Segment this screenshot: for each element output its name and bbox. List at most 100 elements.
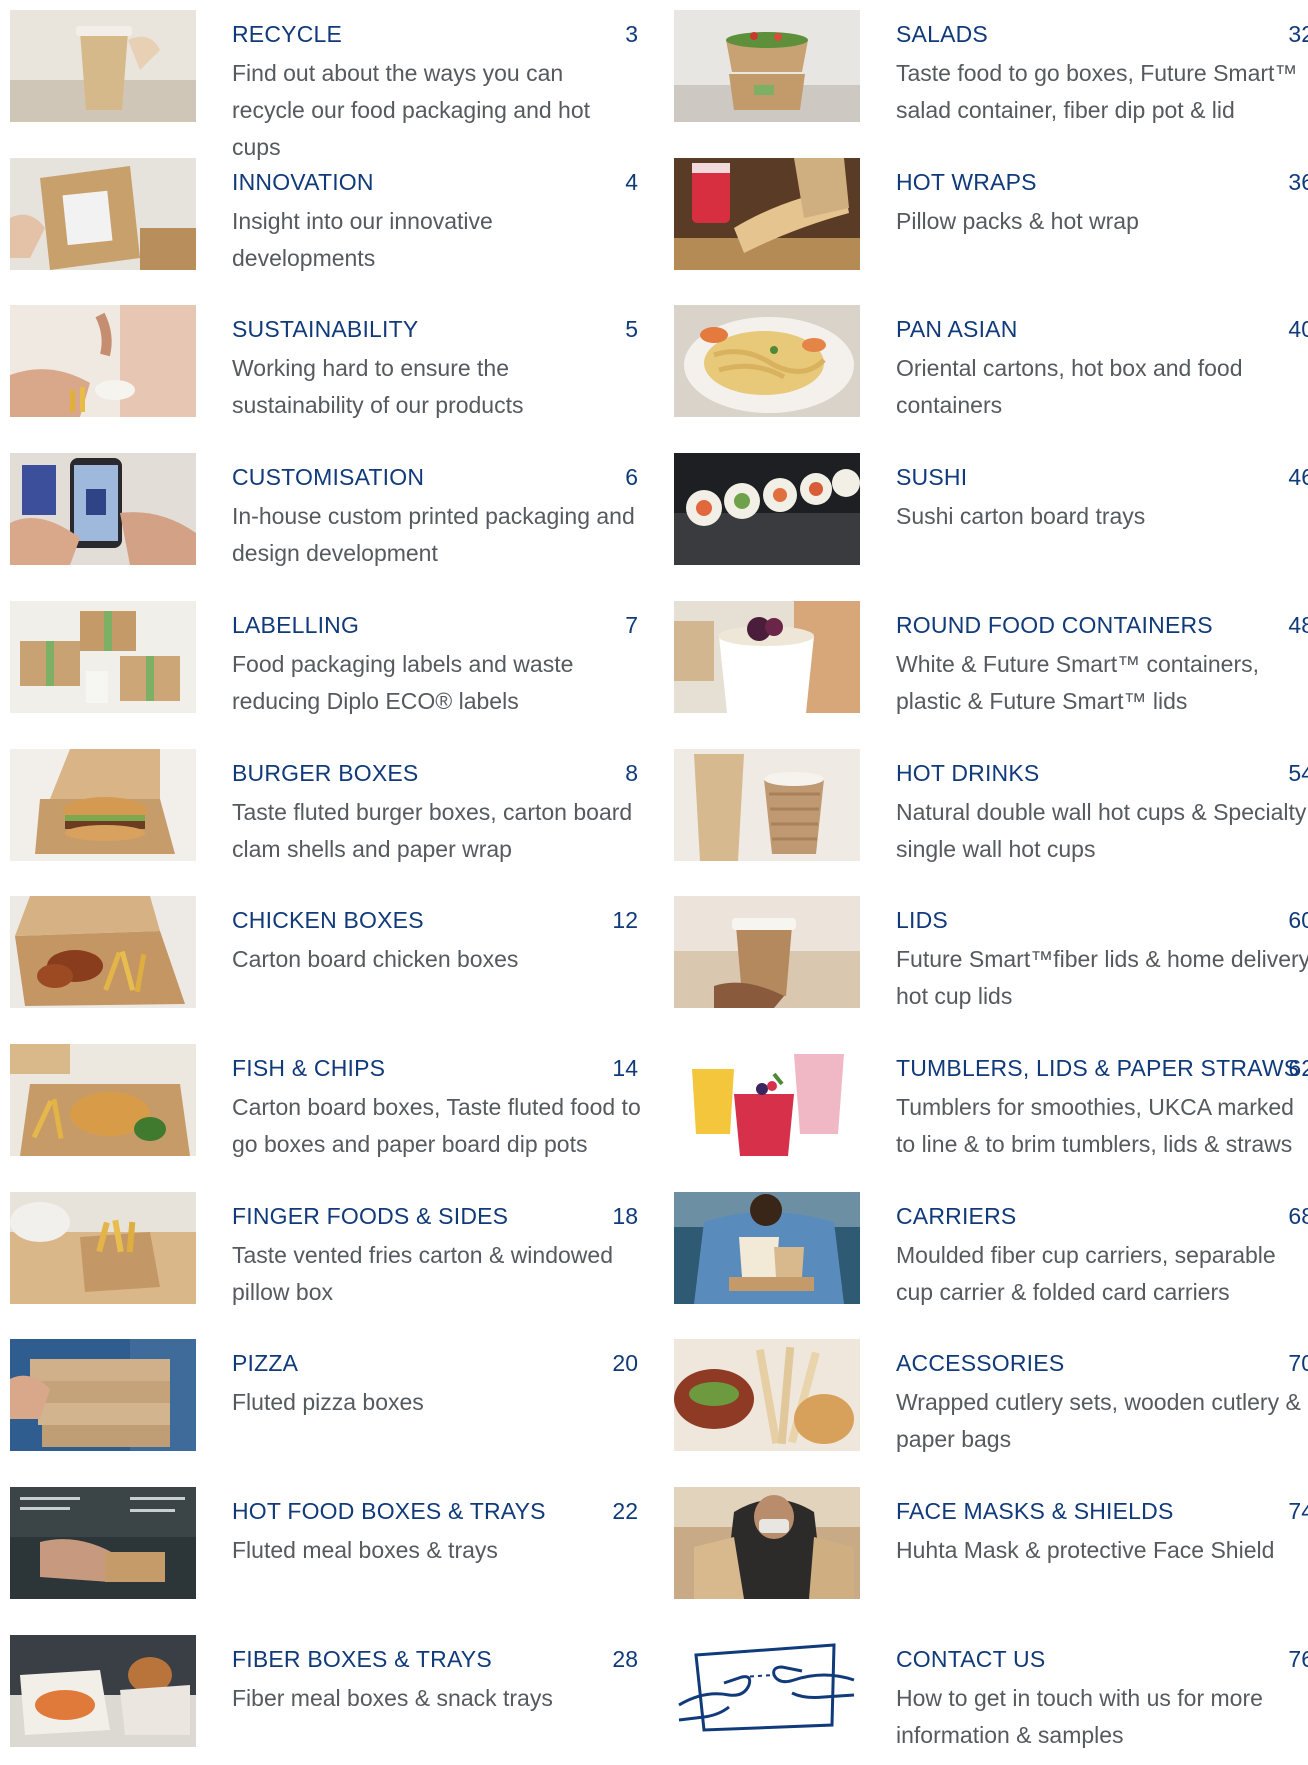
porridge-cup-image	[674, 601, 860, 713]
page-number: 60	[1288, 907, 1308, 933]
toc-entry-pizza[interactable]: PIZZA 20 Fluted pizza boxes	[10, 1339, 650, 1469]
finger-foods-thumbnail	[10, 1192, 196, 1304]
section-description: Future Smart™fiber lids & home delivery …	[896, 946, 1308, 1009]
toc-entry-sustainability[interactable]: SUSTAINABILITY 5 Working hard to ensure …	[10, 305, 650, 435]
toc-entry-finger-foods[interactable]: FINGER FOODS & SIDES 18 Taste vented fri…	[10, 1192, 650, 1322]
section-title: HOT FOOD BOXES & TRAYS	[232, 1498, 546, 1524]
meal-box-counter-image	[10, 1487, 196, 1599]
face-masks-thumbnail	[674, 1487, 860, 1599]
toc-entry-hot-drinks[interactable]: HOT DRINKS 54 Natural double wall hot cu…	[674, 749, 1308, 879]
lidded-cup-image	[674, 896, 860, 1008]
toc-entry-accessories[interactable]: ACCESSORIES 70 Wrapped cutlery sets, woo…	[674, 1339, 1308, 1469]
toc-entry-recycle[interactable]: RECYCLE 3 Find out about the ways you ca…	[10, 10, 650, 160]
section-description: Fluted meal boxes & trays	[232, 1537, 498, 1563]
toc-entry-pan-asian[interactable]: PAN ASIAN 40 Oriental cartons, hot box a…	[674, 305, 1308, 435]
page-number: 6	[625, 464, 638, 490]
toc-entry-contact-us[interactable]: CONTACT US 76 How to get in touch with u…	[674, 1635, 1308, 1765]
toc-entry-innovation[interactable]: INNOVATION 4 Insight into our innovative…	[10, 158, 650, 288]
fiber-boxes-image	[10, 1635, 196, 1747]
section-title: SUSHI	[896, 464, 968, 490]
page-number: 76	[1288, 1646, 1308, 1672]
noodles-image	[674, 305, 860, 417]
section-title: ROUND FOOD CONTAINERS	[896, 612, 1213, 638]
section-description: Tumblers for smoothies, UKCA marked to l…	[896, 1094, 1294, 1157]
accessories-thumbnail	[674, 1339, 860, 1451]
toc-entry-salads[interactable]: SALADS 32 Taste food to go boxes, Future…	[674, 10, 1308, 140]
section-description: Taste food to go boxes, Future Smart™ sa…	[896, 60, 1298, 123]
salads-thumbnail	[674, 10, 860, 122]
sustainability-thumbnail	[10, 305, 196, 417]
toc-entry-burger-boxes[interactable]: BURGER BOXES 8 Taste fluted burger boxes…	[10, 749, 650, 879]
recycle-thumbnail	[10, 10, 196, 122]
section-title: INNOVATION	[232, 169, 374, 195]
section-description: Natural double wall hot cups & Specialty…	[896, 799, 1307, 862]
burger-box-image	[10, 749, 196, 861]
toc-entry-fiber-boxes[interactable]: FIBER BOXES & TRAYS 28 Fiber meal boxes …	[10, 1635, 650, 1765]
tumblers-thumbnail	[674, 1044, 860, 1156]
toc-entry-labelling[interactable]: LABELLING 7 Food packaging labels and wa…	[10, 601, 650, 731]
section-title: FISH & CHIPS	[232, 1055, 386, 1081]
hot-wrap-image	[674, 158, 860, 270]
cup-carrier-image	[674, 1192, 860, 1304]
section-description: Taste vented fries carton & windowed pil…	[232, 1242, 613, 1305]
toc-entry-tumblers[interactable]: TUMBLERS, LIDS & PAPER STRAWS 62 Tumbler…	[674, 1044, 1308, 1174]
section-description: Pillow packs & hot wrap	[896, 208, 1139, 234]
toc-entry-hot-food-boxes[interactable]: HOT FOOD BOXES & TRAYS 22 Fluted meal bo…	[10, 1487, 650, 1617]
sushi-image	[674, 453, 860, 565]
page-number: 4	[625, 169, 638, 195]
printed-cups-image	[10, 453, 196, 565]
section-title: RECYCLE	[232, 21, 343, 47]
section-description: Fiber meal boxes & snack trays	[232, 1685, 553, 1711]
section-description: Fluted pizza boxes	[232, 1389, 424, 1415]
page-number: 20	[612, 1350, 638, 1376]
customisation-thumbnail	[10, 453, 196, 565]
section-title: HOT WRAPS	[896, 169, 1037, 195]
pizza-thumbnail	[10, 1339, 196, 1451]
section-title: PIZZA	[232, 1350, 299, 1376]
section-title: FIBER BOXES & TRAYS	[232, 1646, 492, 1672]
page-number: 46	[1288, 464, 1308, 490]
burger-boxes-thumbnail	[10, 749, 196, 861]
section-description: Wrapped cutlery sets, wooden cutlery & p…	[896, 1389, 1301, 1452]
page-number: 54	[1288, 760, 1308, 786]
page-number: 62	[1288, 1055, 1308, 1081]
toc-entry-lids[interactable]: LIDS 60 Future Smart™fiber lids & home d…	[674, 896, 1308, 1026]
section-description: Insight into our innovative developments	[232, 208, 493, 271]
page-number: 22	[612, 1498, 638, 1524]
page-number: 40	[1288, 316, 1308, 342]
section-title: TUMBLERS, LIDS & PAPER STRAWS	[896, 1055, 1300, 1081]
section-description: Huhta Mask & protective Face Shield	[896, 1537, 1275, 1563]
fiber-boxes-thumbnail	[10, 1635, 196, 1747]
section-title: LABELLING	[232, 612, 360, 638]
hot-food-boxes-thumbnail	[10, 1487, 196, 1599]
page-number: 48	[1288, 612, 1308, 638]
section-description: Moulded fiber cup carriers, separable cu…	[896, 1242, 1276, 1305]
page-number: 18	[612, 1203, 638, 1229]
toc-entry-round-food-containers[interactable]: ROUND FOOD CONTAINERS 48 White & Future …	[674, 601, 1308, 731]
fish-chips-thumbnail	[10, 1044, 196, 1156]
toc-entry-customisation[interactable]: CUSTOMISATION 6 In-house custom printed …	[10, 453, 650, 583]
page-number: 5	[625, 316, 638, 342]
section-description: Food packaging labels and waste reducing…	[232, 651, 574, 714]
page-number: 3	[625, 21, 638, 47]
hot-cups-image	[674, 749, 860, 861]
section-title: LIDS	[896, 907, 948, 933]
toc-entry-face-masks[interactable]: FACE MASKS & SHIELDS 74 Huhta Mask & pro…	[674, 1487, 1308, 1617]
toc-entry-hot-wraps[interactable]: HOT WRAPS 36 Pillow packs & hot wrap	[674, 158, 1308, 288]
section-title: SUSTAINABILITY	[232, 316, 419, 342]
toc-entry-fish-chips[interactable]: FISH & CHIPS 14 Carton board boxes, Tast…	[10, 1044, 650, 1174]
section-title: SALADS	[896, 21, 988, 47]
toc-entry-chicken-boxes[interactable]: CHICKEN BOXES 12 Carton board chicken bo…	[10, 896, 650, 1026]
section-description: Taste fluted burger boxes, carton board …	[232, 799, 633, 862]
section-description: In-house custom printed packaging and de…	[232, 503, 635, 566]
fish-chips-image	[10, 1044, 196, 1156]
section-description: Sushi carton board trays	[896, 503, 1146, 529]
section-title: CONTACT US	[896, 1646, 1046, 1672]
section-title: FACE MASKS & SHIELDS	[896, 1498, 1174, 1524]
page-number: 8	[625, 760, 638, 786]
toc-entry-carriers[interactable]: CARRIERS 68 Moulded fiber cup carriers, …	[674, 1192, 1308, 1322]
chicken-boxes-thumbnail	[10, 896, 196, 1008]
section-description: Carton board chicken boxes	[232, 946, 519, 972]
toc-entry-sushi[interactable]: SUSHI 46 Sushi carton board trays	[674, 453, 1308, 583]
section-title: ACCESSORIES	[896, 1350, 1065, 1376]
